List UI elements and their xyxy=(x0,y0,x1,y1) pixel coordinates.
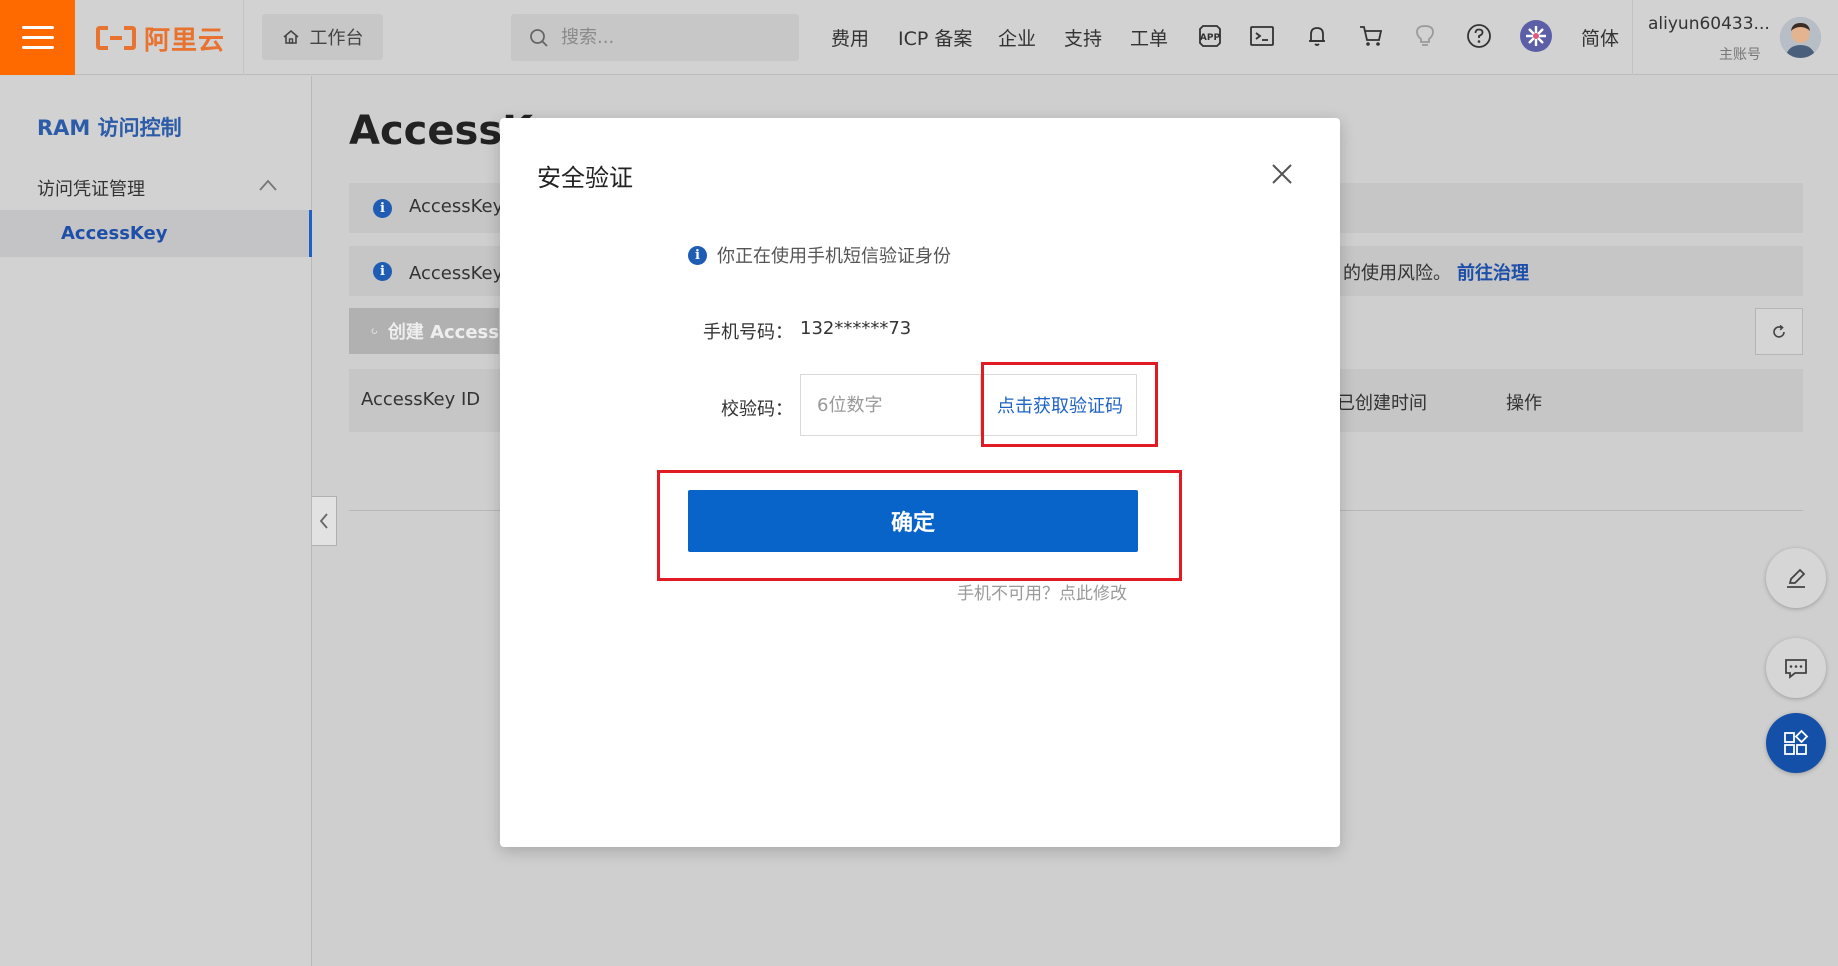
chevron-up-icon[interactable] xyxy=(258,178,278,192)
loading-icon xyxy=(371,328,378,334)
app-icon[interactable]: APP xyxy=(1196,22,1224,50)
confirm-button[interactable]: 确定 xyxy=(688,490,1138,552)
info-icon: i xyxy=(373,262,392,281)
user-role: 主账号 xyxy=(1719,47,1761,63)
column-action: 操作 xyxy=(1506,393,1542,414)
close-icon[interactable] xyxy=(1271,163,1293,185)
edit-icon xyxy=(1787,568,1806,588)
apps-icon xyxy=(1784,729,1809,755)
nav-icp[interactable]: ICP 备案 xyxy=(898,24,972,51)
search-box[interactable] xyxy=(511,14,799,61)
nav-tickets[interactable]: 工单 xyxy=(1130,24,1168,51)
column-created-time: 已创建时间 xyxy=(1337,393,1427,414)
lightbulb-icon[interactable] xyxy=(1411,22,1439,50)
chat-icon xyxy=(1785,659,1807,679)
nav-enterprise[interactable]: 企业 xyxy=(998,24,1036,51)
user-name[interactable]: aliyun60433... xyxy=(1648,14,1770,34)
sidebar-item-label: AccessKey xyxy=(61,223,168,244)
verification-info: i 你正在使用手机短信验证身份 xyxy=(688,242,951,268)
create-accesskey-button[interactable]: 创建 Access xyxy=(349,308,499,354)
menu-icon-line xyxy=(21,36,54,39)
home-icon xyxy=(282,29,299,44)
nav-support[interactable]: 支持 xyxy=(1064,24,1102,51)
sparkle-icon xyxy=(1526,26,1546,46)
menu-icon-line xyxy=(21,26,54,29)
change-phone-link[interactable]: 手机不可用？点此修改 xyxy=(957,579,1127,604)
menu-icon-line xyxy=(21,46,54,49)
phone-number: 132******73 xyxy=(800,318,912,339)
info-icon: i xyxy=(373,199,392,218)
info-banner-text: AccessKey I xyxy=(409,196,515,217)
cart-icon[interactable] xyxy=(1357,22,1385,50)
search-input[interactable] xyxy=(561,27,761,48)
chevron-left-icon xyxy=(319,513,328,529)
search-icon xyxy=(530,28,548,47)
risk-banner-text-right: 的使用风险。 xyxy=(1343,263,1451,284)
refresh-icon xyxy=(1773,324,1785,338)
refresh-button[interactable] xyxy=(1755,308,1803,355)
get-code-button[interactable]: 点击获取验证码 xyxy=(980,374,1137,436)
avatar[interactable] xyxy=(1780,17,1821,58)
workbench-button[interactable]: 工作台 xyxy=(262,14,383,60)
svg-text:APP: APP xyxy=(1200,33,1221,43)
edit-float-button[interactable] xyxy=(1766,548,1826,608)
top-bar: 阿里云 工作台 费用 ICP 备案 企业 支持 工单 APP xyxy=(0,0,1838,75)
terminal-icon[interactable] xyxy=(1248,22,1276,50)
bell-icon[interactable] xyxy=(1303,22,1331,50)
govern-link[interactable]: 前往治理 xyxy=(1457,259,1529,285)
header-divider xyxy=(243,0,244,75)
sidebar-item-accesskey[interactable]: AccessKey xyxy=(0,210,312,257)
sidebar-collapse-button[interactable] xyxy=(312,496,337,546)
workbench-label: 工作台 xyxy=(309,28,364,49)
dialog-title: 安全验证 xyxy=(537,164,633,192)
phone-label: 手机号码： xyxy=(703,322,793,343)
aliyun-logo-icon xyxy=(96,26,136,50)
sidebar-group-credentials[interactable]: 访问凭证管理 xyxy=(37,175,145,201)
apps-float-button[interactable] xyxy=(1766,713,1826,773)
verification-info-text: 你正在使用手机短信验证身份 xyxy=(717,246,951,267)
code-label: 校验码： xyxy=(721,399,793,420)
logo-text: 阿里云 xyxy=(144,25,226,56)
ai-assistant-icon[interactable] xyxy=(1520,20,1552,52)
column-accesskey-id: AccessKey ID xyxy=(361,389,481,410)
info-icon: i xyxy=(688,245,707,265)
menu-button[interactable] xyxy=(0,0,75,75)
sidebar-title[interactable]: RAM 访问控制 xyxy=(37,112,182,142)
help-icon[interactable] xyxy=(1465,22,1493,50)
avatar-icon xyxy=(1780,17,1821,58)
security-verification-dialog: 安全验证 i 你正在使用手机短信验证身份 手机号码： 132******73 校… xyxy=(500,118,1340,847)
language-switch[interactable]: 简体 xyxy=(1581,24,1619,51)
feedback-float-button[interactable] xyxy=(1766,638,1826,698)
sidebar: RAM 访问控制 访问凭证管理 AccessKey xyxy=(0,76,312,966)
create-accesskey-label: 创建 Access xyxy=(387,322,499,343)
aliyun-logo[interactable]: 阿里云 xyxy=(96,18,225,58)
verification-code-input[interactable] xyxy=(800,374,980,436)
nav-fees[interactable]: 费用 xyxy=(831,24,869,51)
header-divider xyxy=(1632,0,1633,75)
